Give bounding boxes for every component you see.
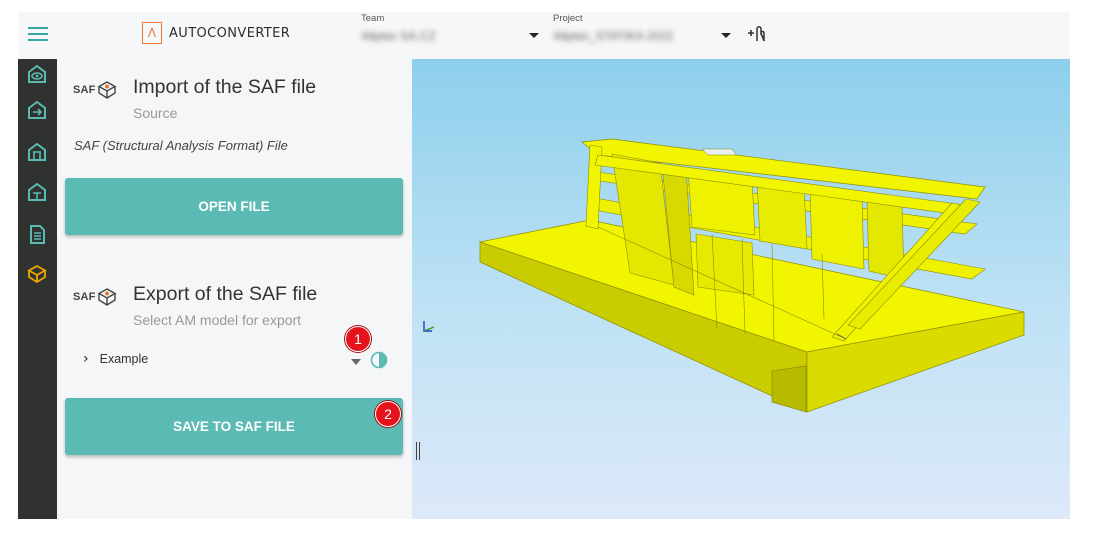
building-model-render[interactable] <box>412 59 1070 519</box>
app-name: AUTOCONVERTER <box>169 25 291 41</box>
add-user-icon[interactable] <box>746 24 768 44</box>
saf-logo-text: SAF <box>73 291 96 303</box>
view-model-icon[interactable] <box>26 63 48 85</box>
chevron-right-icon[interactable]: › <box>83 351 89 367</box>
icon-rail <box>18 59 57 519</box>
hamburger-menu-icon[interactable] <box>28 27 48 43</box>
export-title: Export of the SAF file <box>133 283 318 305</box>
project-dropdown-caret-icon[interactable] <box>721 33 731 38</box>
project-value: Allplan_STATIKA 2022 <box>553 29 674 43</box>
export-saf-logo: SAF <box>73 286 118 308</box>
app-logo: Λ AUTOCONVERTER <box>142 22 290 44</box>
save-to-saf-file-button[interactable]: SAVE TO SAF FILE <box>65 398 403 455</box>
saf-panel: SAF Import of the SAF file Source SAF (S… <box>57 59 412 519</box>
autoconverter-logo-icon: Λ <box>142 22 162 44</box>
team-value: Allplan SA.CZ <box>361 29 436 43</box>
project-label: Project <box>553 13 583 24</box>
3d-viewport[interactable] <box>412 59 1070 519</box>
team-label: Team <box>361 13 385 24</box>
annotation-badge-2: 2 <box>375 401 401 427</box>
export-subtitle: Select AM model for export <box>133 312 302 328</box>
annotation-badge-1: 1 <box>345 326 371 352</box>
tree-item-example[interactable]: › Example <box>83 351 148 367</box>
import-subtitle: Source <box>133 105 178 121</box>
export-model-icon[interactable] <box>26 99 48 121</box>
model-dropdown-caret-icon[interactable] <box>351 359 361 365</box>
saf-cube-logo-icon <box>97 288 117 306</box>
axis-gizmo-icon <box>423 321 435 332</box>
saf-logo-text: SAF <box>73 84 96 96</box>
saf-cube-icon[interactable] <box>26 263 48 285</box>
team-dropdown-caret-icon[interactable] <box>529 33 539 38</box>
tree-item-label: Example <box>99 352 149 366</box>
saf-cube-logo-icon <box>97 81 117 99</box>
document-icon[interactable] <box>26 223 48 245</box>
opacity-toggle-icon[interactable] <box>370 351 388 369</box>
open-file-button[interactable]: OPEN FILE <box>65 178 403 235</box>
import-title: Import of the SAF file <box>133 76 317 98</box>
structure-alt-icon[interactable] <box>26 181 48 203</box>
panel-resize-handle[interactable] <box>416 442 422 460</box>
app-window: Λ AUTOCONVERTER Team Allplan SA.CZ Proje… <box>18 12 1070 519</box>
format-description: SAF (Structural Analysis Format) File <box>74 138 288 153</box>
top-bar: Λ AUTOCONVERTER Team Allplan SA.CZ Proje… <box>18 12 1070 60</box>
import-saf-logo: SAF <box>73 79 118 101</box>
structure-icon[interactable] <box>26 141 48 163</box>
